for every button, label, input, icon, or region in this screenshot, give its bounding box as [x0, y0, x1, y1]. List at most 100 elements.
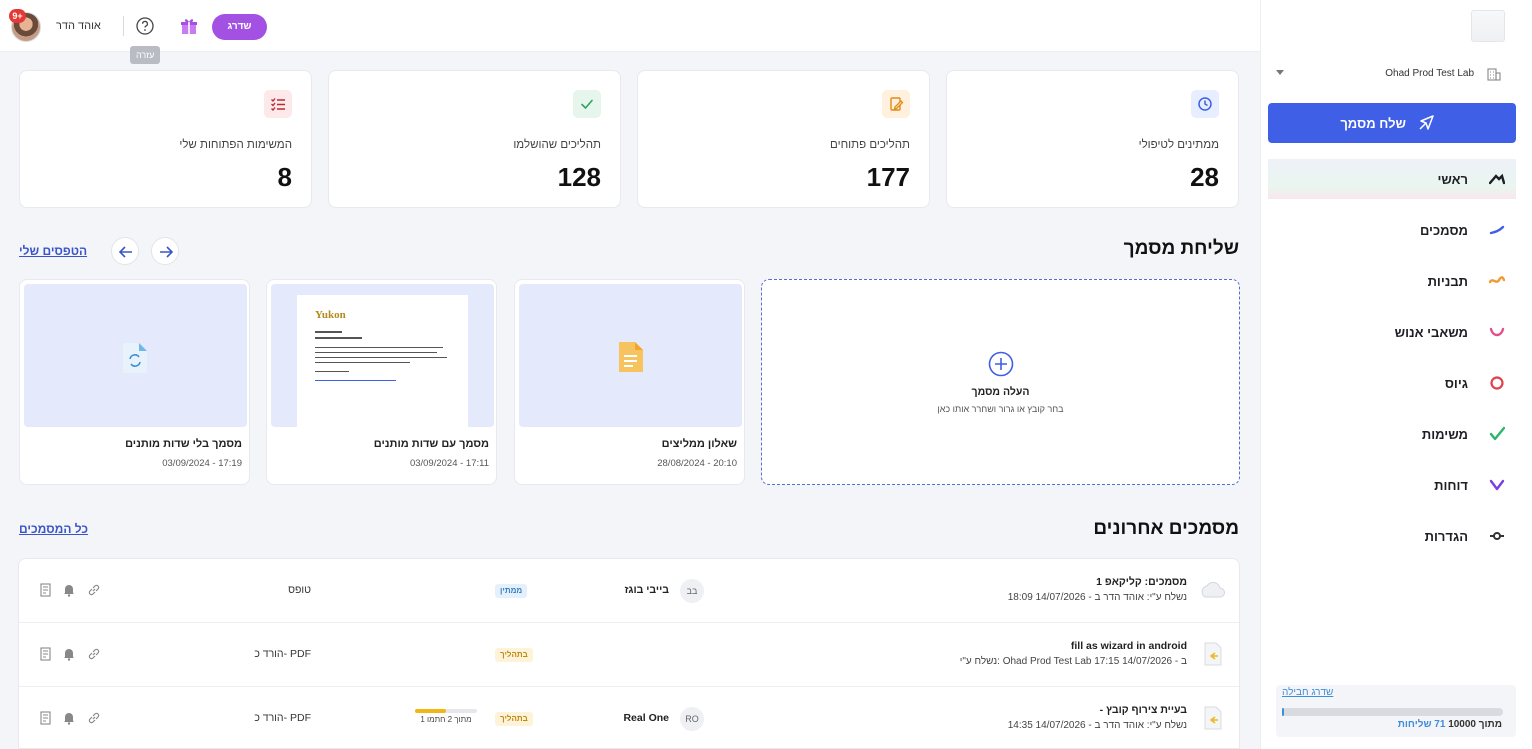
stat-card-completed[interactable]: תהליכים שהושלמו 128	[328, 70, 621, 208]
table-row[interactable]: fill as wizard in android נשלח ע"י: Ohad…	[19, 623, 1239, 687]
signing-progress-label: 1 מתוך 2 חתמו	[420, 715, 472, 724]
nav-item-reports[interactable]: דוחות	[1268, 465, 1516, 505]
notifications-badge[interactable]: 9+	[9, 9, 26, 23]
signing-progress: 1 מתוך 2 חתמו	[415, 709, 477, 724]
recruit-icon	[1489, 375, 1505, 391]
nav-label: משימות	[1421, 427, 1468, 442]
stat-card-open-processes[interactable]: תהליכים פתוחים 177	[637, 70, 930, 208]
send-section-title: שליחת מסמך	[1123, 238, 1239, 259]
upload-title: העלה מסמך	[971, 386, 1030, 398]
user-name[interactable]: אוהד הדר	[56, 20, 101, 32]
arrow-right-icon	[160, 246, 174, 258]
edit-doc-icon[interactable]	[39, 711, 53, 725]
document-title[interactable]: - בעיית צירוף קובץ	[1100, 704, 1187, 716]
chevron-down-icon[interactable]	[1276, 70, 1284, 75]
top-bar: 9+ אוהד הדר עזרה שדרג	[0, 0, 1260, 64]
link-icon[interactable]	[87, 647, 101, 661]
stat-card-waiting[interactable]: ממתינים לטיפולי 28	[946, 70, 1239, 208]
template-name: שאלון ממליצים	[661, 438, 737, 450]
template-thumbnail	[519, 284, 742, 427]
template-date: 28/08/2024 - 20:10	[657, 458, 737, 469]
nav-item-recruiting[interactable]: גיוס	[1268, 363, 1516, 403]
document-sender: נשלח ע"י: אוהד הדר ב - 14/07/2026 14:35	[1007, 720, 1187, 731]
stat-card-my-tasks[interactable]: המשימות הפתוחות שלי 8	[19, 70, 312, 208]
link-icon[interactable]	[87, 583, 101, 597]
home-icon	[1489, 171, 1505, 187]
upgrade-button[interactable]: שדרג	[212, 14, 267, 40]
stat-value: 8	[277, 162, 292, 192]
stat-label: ממתינים לטיפולי	[1138, 139, 1219, 151]
stat-label: המשימות הפתוחות שלי	[179, 139, 292, 151]
next-arrow-button[interactable]	[151, 237, 179, 265]
sync-file-icon	[123, 343, 147, 373]
upgrade-plan-link[interactable]: שדרג חבילה	[1282, 687, 1333, 698]
documents-icon	[1489, 222, 1505, 238]
template-date: 03/09/2024 - 17:19	[162, 458, 242, 469]
usage-sent: 71 שליחות	[1397, 719, 1446, 730]
gift-icon[interactable]	[179, 16, 199, 36]
status-badge: ממתין	[495, 584, 528, 598]
user-avatar-wrap[interactable]: 9+	[9, 9, 41, 42]
send-document-button[interactable]: שלח מסמך	[1268, 103, 1516, 143]
bell-icon[interactable]	[62, 711, 76, 725]
recent-section-title: מסמכים אחרונים	[1093, 518, 1239, 539]
signed-file-icon	[1201, 705, 1225, 731]
nav-label: הגדרות	[1424, 529, 1468, 544]
status-badge: בתהליך	[495, 712, 533, 726]
bell-icon[interactable]	[62, 583, 76, 597]
usage-count: מתוך 10000 71 שליחות	[1398, 719, 1502, 730]
nav-label: ראשי	[1437, 172, 1469, 187]
help-icon[interactable]	[135, 16, 155, 36]
nav-item-tasks[interactable]: משימות	[1268, 414, 1516, 454]
checklist-icon	[264, 90, 292, 118]
nav-item-templates[interactable]: תבניות	[1268, 261, 1516, 301]
sidebar: Ohad Prod Test Lab שלח מסמך ראשי מסמכים …	[1260, 0, 1532, 749]
check-icon	[573, 90, 601, 118]
plan-usage-box: שדרג חבילה מתוך 10000 71 שליחות	[1276, 685, 1516, 737]
nav-item-documents[interactable]: מסמכים	[1268, 210, 1516, 250]
nav-item-settings[interactable]: הגדרות	[1268, 516, 1516, 556]
help-tooltip: עזרה	[130, 46, 161, 64]
template-card[interactable]: Yukon מסמך עם שדות מותנים 03/09/2024 - 1…	[266, 279, 497, 485]
company-logo[interactable]	[1471, 10, 1505, 42]
org-selector[interactable]: Ohad Prod Test Lab	[1276, 66, 1502, 84]
document-sender: נשלח ע"י: אוהד הדר ב - 14/07/2026 18:09	[1007, 592, 1187, 603]
cloud-icon	[1201, 577, 1225, 603]
table-row[interactable]: 1 מסמכים: קליקאפ נשלח ע"י: אוהד הדר ב - …	[19, 559, 1239, 623]
document-title[interactable]: fill as wizard in android	[1071, 640, 1187, 652]
nav-item-hr[interactable]: משאבי אנוש	[1268, 312, 1516, 352]
link-icon[interactable]	[87, 711, 101, 725]
template-thumbnail	[24, 284, 247, 427]
nav-item-home[interactable]: ראשי	[1268, 159, 1516, 199]
edit-doc-icon[interactable]	[39, 647, 53, 661]
all-documents-link[interactable]: כל המסמכים	[19, 522, 88, 536]
status-badge: בתהליך	[495, 648, 533, 662]
prev-arrow-button[interactable]	[111, 237, 139, 265]
template-card[interactable]: מסמך בלי שדות מותנים 03/09/2024 - 17:19	[19, 279, 250, 485]
upload-dropzone[interactable]: העלה מסמך בחר קובץ או גרור ושחרר אותו כא…	[761, 279, 1240, 485]
file-icon	[619, 342, 643, 372]
usage-progress-bar	[1282, 708, 1503, 716]
usage-progress-fill	[1282, 708, 1284, 716]
tasks-icon	[1489, 426, 1505, 442]
edit-doc-icon[interactable]	[39, 583, 53, 597]
cursor-click-icon	[1416, 113, 1436, 133]
row-action-link[interactable]: טופס	[288, 584, 311, 596]
download-pdf-link[interactable]: הורד כ- PDF	[254, 648, 311, 660]
stat-label: תהליכים שהושלמו	[513, 139, 601, 151]
plus-circle-icon[interactable]	[988, 351, 1014, 377]
download-pdf-link[interactable]: הורד כ- PDF	[254, 712, 311, 724]
bell-icon[interactable]	[62, 647, 76, 661]
stat-label: תהליכים פתוחים	[830, 139, 910, 151]
table-row[interactable]: - בעיית צירוף קובץ נשלח ע"י: אוהד הדר ב …	[19, 687, 1239, 748]
org-name[interactable]: Ohad Prod Test Lab	[1385, 68, 1474, 79]
document-title[interactable]: 1 מסמכים: קליקאפ	[1096, 576, 1187, 588]
template-date: 03/09/2024 - 17:11	[409, 458, 489, 469]
row-actions	[39, 583, 105, 599]
templates-icon	[1489, 273, 1505, 289]
stat-value: 177	[866, 162, 910, 192]
template-card[interactable]: שאלון ממליצים 28/08/2024 - 20:10	[514, 279, 745, 485]
my-forms-link[interactable]: הטפסים שלי	[19, 244, 87, 258]
template-name: מסמך עם שדות מותנים	[373, 438, 489, 450]
settings-icon	[1489, 528, 1505, 544]
